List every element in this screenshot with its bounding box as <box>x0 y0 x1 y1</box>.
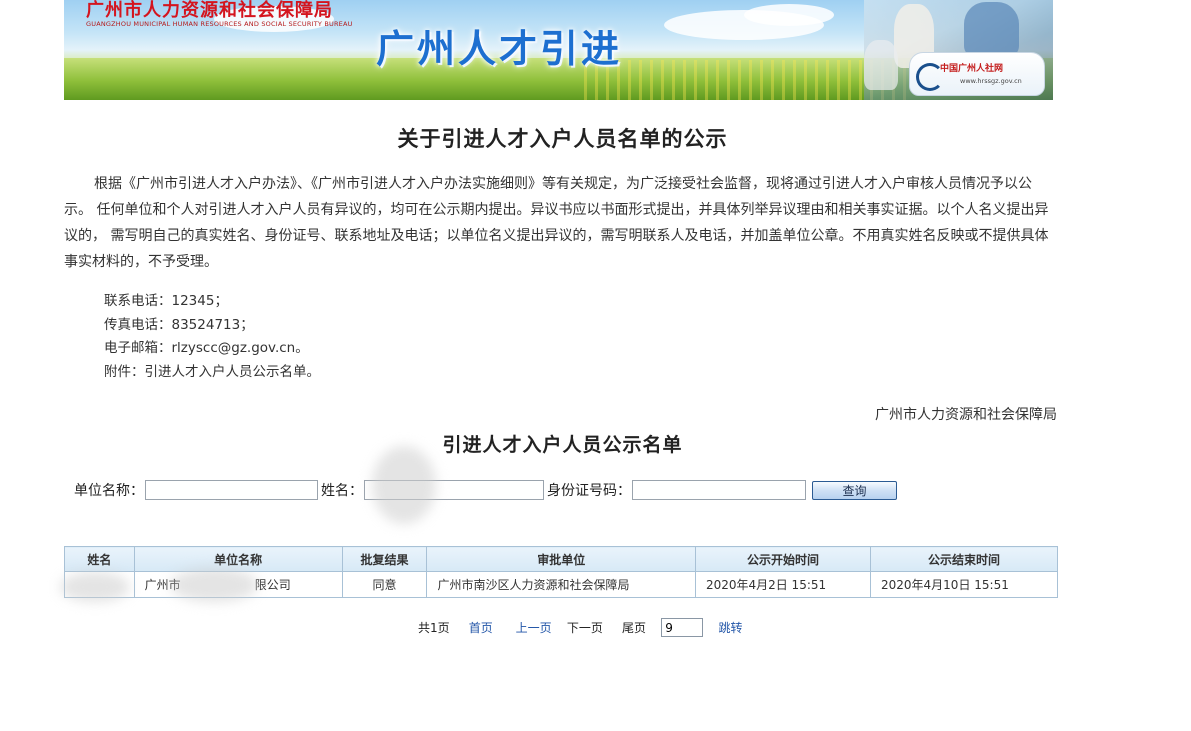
prev-page-link[interactable]: 上一页 <box>516 621 552 635</box>
unit-label: 单位名称： <box>74 483 144 499</box>
unit-name-input[interactable] <box>145 480 318 500</box>
name-label: 姓名： <box>321 483 363 499</box>
first-page-link[interactable]: 首页 <box>469 621 493 635</box>
col-approver: 审批单位 <box>426 546 696 572</box>
list-title: 引进人才入户人员公示名单 <box>442 434 683 456</box>
notice-body: 根据《广州市引进人才入户办法》、《广州市引进人才入户办法实施细则》等有关规定，为… <box>64 176 1049 270</box>
contact-attachment: 附件：引进人才入户人员公示名单。 <box>104 363 320 380</box>
next-page-link[interactable]: 下一页 <box>567 621 603 635</box>
query-button[interactable]: 查询 <box>812 480 897 500</box>
privacy-blur <box>60 572 130 602</box>
contact-phone: 联系电话：12345； <box>104 293 228 309</box>
page-number-input[interactable] <box>661 618 704 637</box>
page-total: 共1页 <box>418 621 450 635</box>
privacy-blur <box>372 446 436 524</box>
pagination: 共1页 首页 上一页 下一页 尾页 跳转 <box>418 618 743 637</box>
portal-logo-url: www.hrssgz.gov.cn <box>960 77 1022 85</box>
banner-person <box>864 40 898 90</box>
contact-email: 电子邮箱：rlzyscc@gz.gov.cn。 <box>104 340 309 356</box>
cell-result: 同意 <box>341 571 428 598</box>
id-label: 身份证号码： <box>547 483 631 499</box>
col-end-time: 公示结束时间 <box>870 546 1058 572</box>
banner-person <box>964 2 1019 57</box>
org-name-en: GUANGZHOU MUNICIPAL HUMAN RESOURCES AND … <box>86 20 353 28</box>
contact-info: 联系电话：12345； 传真电话：83524713； 电子邮箱：rlzyscc@… <box>104 290 320 384</box>
banner-headline: 广州人才引进 <box>376 27 623 71</box>
col-unit: 单位名称 <box>133 546 343 572</box>
portal-logo[interactable]: 中国广州人社网 www.hrssgz.gov.cn <box>909 52 1045 96</box>
privacy-blur <box>170 568 258 602</box>
site-banner: 广州市人力资源和社会保障局 GUANGZHOU MUNICIPAL HUMAN … <box>64 0 1053 100</box>
search-form: 单位名称： 姓名： 身份证号码： 查询 <box>74 480 897 500</box>
cell-approver: 广州市南沙区人力资源和社会保障局 <box>426 571 696 598</box>
contact-fax: 传真电话：83524713； <box>104 316 254 333</box>
col-name: 姓名 <box>64 546 135 572</box>
cell-start-time: 2020年4月2日 15:51 <box>694 571 872 598</box>
last-page-link[interactable]: 尾页 <box>622 621 646 635</box>
cell-end-time: 2020年4月10日 15:51 <box>870 571 1058 598</box>
col-start-time: 公示开始时间 <box>694 546 872 572</box>
notice-signature: 广州市人力资源和社会保障局 <box>875 407 1057 423</box>
banner-cloud <box>744 4 834 26</box>
id-number-input[interactable] <box>632 480 806 500</box>
portal-logo-name: 中国广州人社网 <box>940 64 1004 74</box>
org-name: 广州市人力资源和社会保障局 <box>86 0 333 21</box>
cell-unit-end: 限公司 <box>254 578 291 592</box>
col-result: 批复结果 <box>341 546 428 572</box>
jump-link[interactable]: 跳转 <box>719 621 743 635</box>
notice-title: 关于引进人才入户人员名单的公示 <box>397 126 728 151</box>
